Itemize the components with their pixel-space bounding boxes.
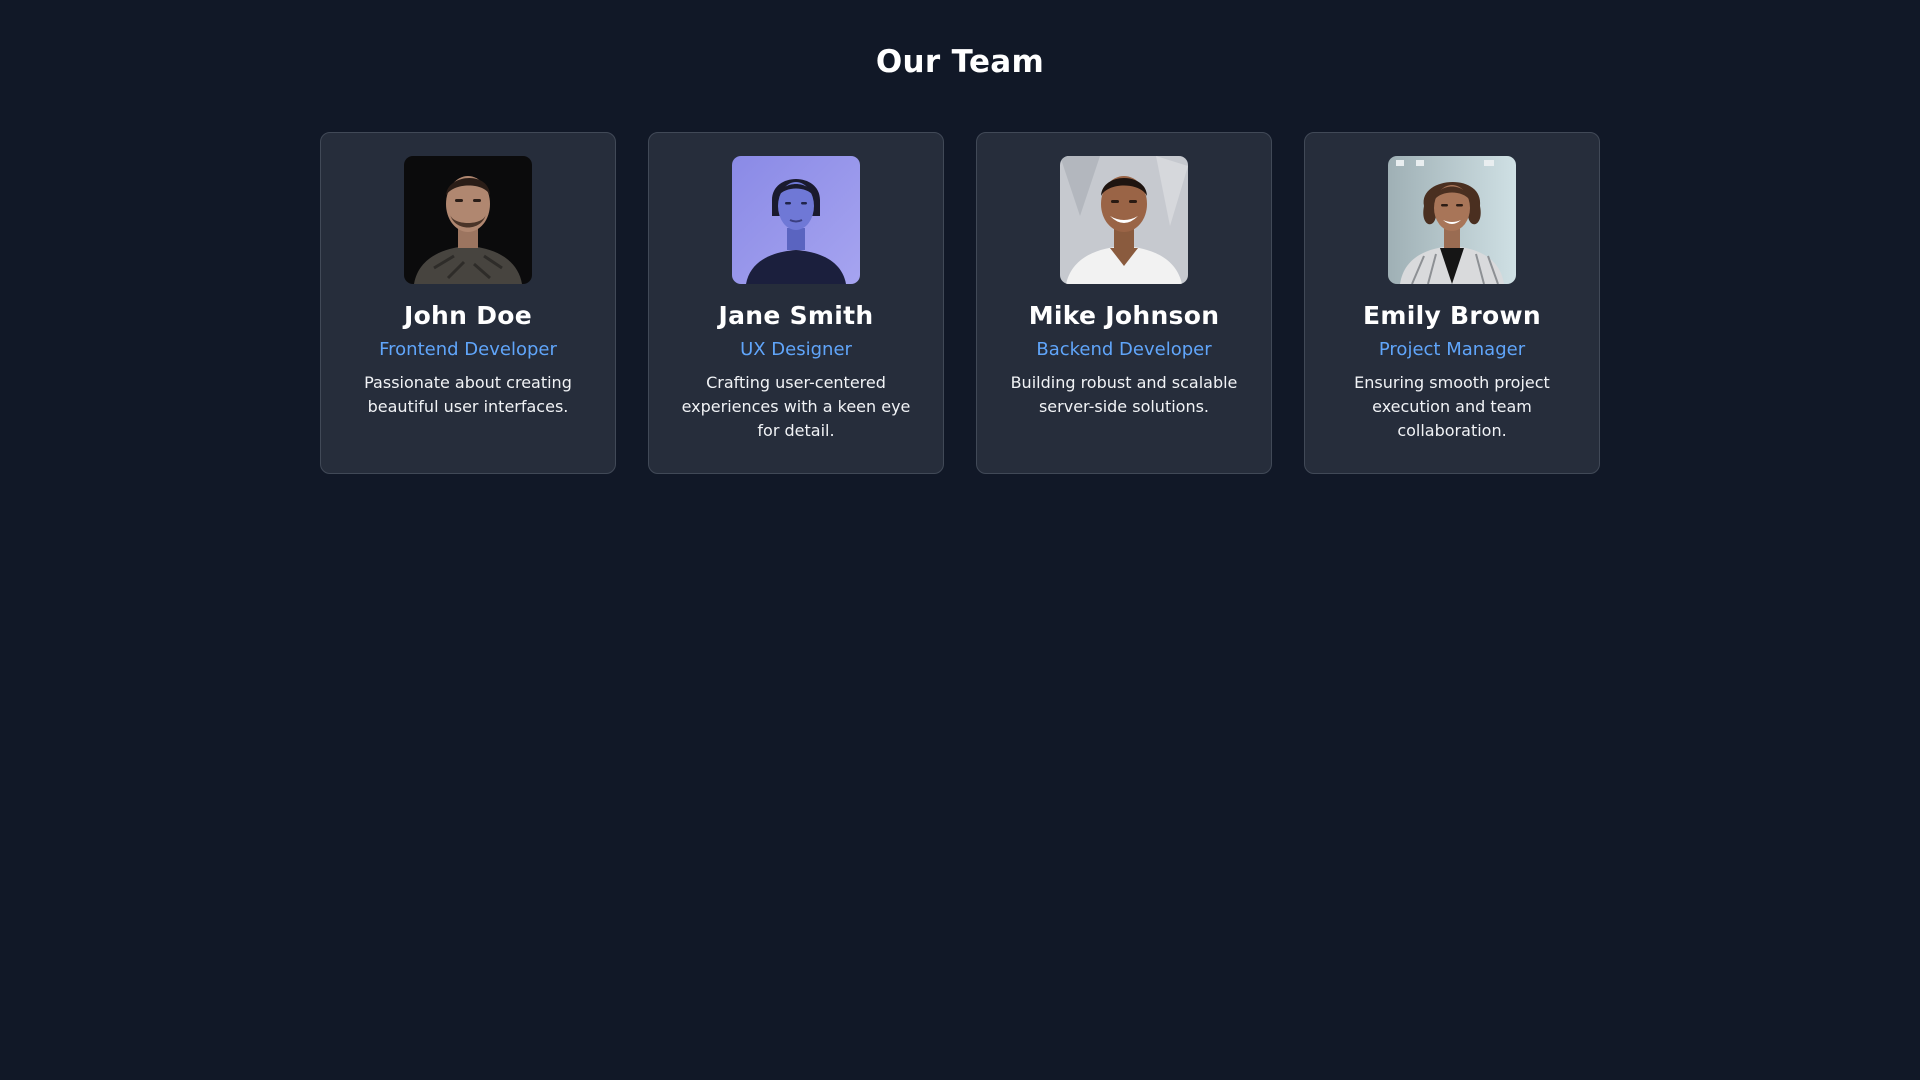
member-bio: Building robust and scalable server-side… (1010, 373, 1238, 416)
member-bio: Ensuring smooth project execution and te… (1354, 373, 1550, 440)
avatar-jane-smith (732, 156, 860, 284)
member-bio: Crafting user-centered experiences with … (681, 373, 911, 440)
avatar-mike-johnson (1060, 156, 1188, 284)
member-name: John Doe (403, 301, 533, 330)
member-name: Mike Johnson (1028, 301, 1220, 330)
avatar-emily-brown (1388, 156, 1516, 284)
team-card-john-doe: John Doe Frontend Developer Passionate a… (320, 132, 616, 474)
emily-brown-portrait-image (1388, 156, 1516, 284)
john-doe-portrait-image (404, 156, 532, 284)
avatar-john-doe (404, 156, 532, 284)
team-page: Our Team John Doe Frontend Developer Pas… (0, 0, 1920, 1080)
member-bio: Passionate about creating beautiful user… (364, 373, 572, 416)
page-title: Our Team (875, 44, 1045, 80)
member-role: Frontend Developer (379, 339, 557, 360)
mike-johnson-portrait-image (1060, 156, 1188, 284)
team-card-jane-smith: Jane Smith UX Designer Crafting user-cen… (648, 132, 944, 474)
member-role: Backend Developer (1036, 339, 1212, 360)
jane-smith-portrait-image (732, 156, 860, 284)
team-grid: John Doe Frontend Developer Passionate a… (320, 132, 1600, 474)
member-role: UX Designer (740, 339, 852, 360)
member-name: Emily Brown (1362, 301, 1542, 330)
member-role: Project Manager (1378, 339, 1526, 360)
team-card-emily-brown: Emily Brown Project Manager Ensuring smo… (1304, 132, 1600, 474)
member-name: Jane Smith (718, 301, 874, 330)
team-card-mike-johnson: Mike Johnson Backend Developer Building … (976, 132, 1272, 474)
